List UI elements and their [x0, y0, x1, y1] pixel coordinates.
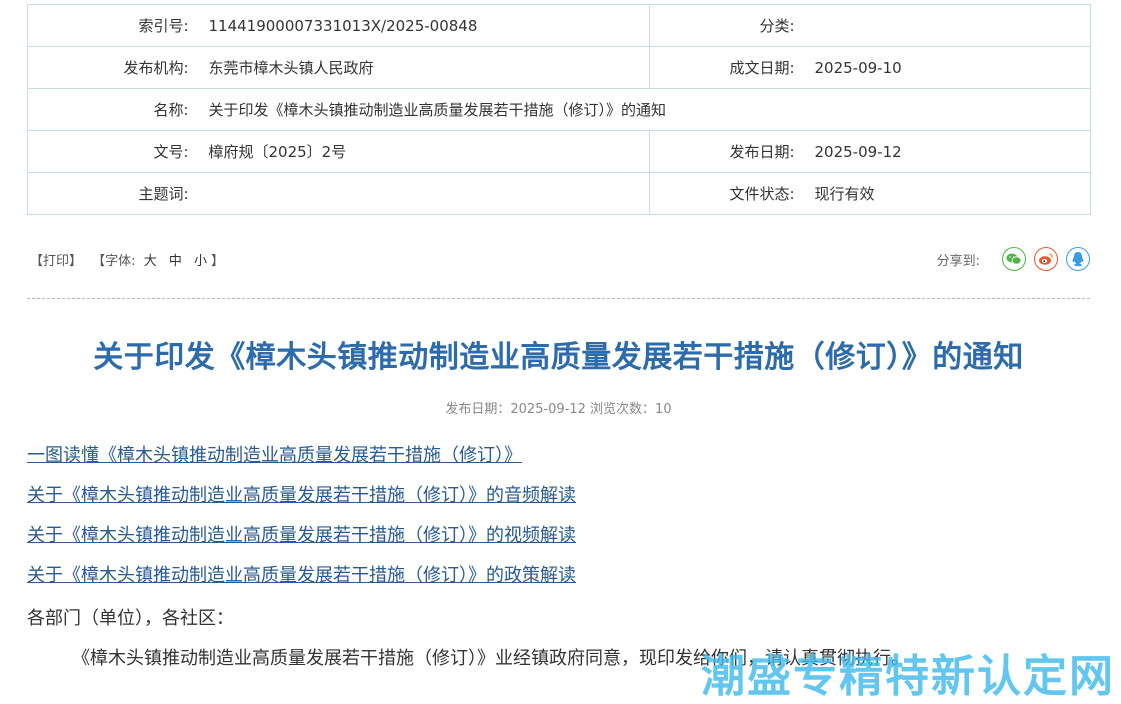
- qq-icon[interactable]: [1066, 247, 1090, 271]
- subject-value: [208, 172, 650, 215]
- meta-row-docno: 文号: 樟府规〔2025〕2号 发布日期: 2025-09-12: [27, 130, 1091, 173]
- doc-no-value: 樟府规〔2025〕2号: [208, 130, 650, 173]
- index-no-label: 索引号:: [27, 4, 209, 47]
- written-date-label: 成文日期:: [649, 46, 815, 89]
- font-size-prefix: 【字体:: [92, 254, 136, 269]
- doc-no-label: 文号:: [27, 130, 209, 173]
- font-medium-link[interactable]: 中: [169, 254, 182, 269]
- document-metadata-table: 索引号: 11441900007331013X/2025-00848 分类: 发…: [27, 4, 1091, 215]
- publish-date-label: 发布日期:: [649, 130, 815, 173]
- weibo-icon[interactable]: [1034, 247, 1058, 271]
- meta-row-index: 索引号: 11441900007331013X/2025-00848 分类:: [27, 4, 1091, 47]
- font-large-link[interactable]: 大: [144, 254, 157, 269]
- meta-row-publisher: 发布机构: 东莞市樟木头镇人民政府 成文日期: 2025-09-10: [27, 46, 1091, 89]
- link-video-interpretation[interactable]: 关于《樟木头镇推动制造业高质量发展若干措施（修订）》的视频解读: [27, 524, 576, 564]
- subject-label: 主题词:: [27, 172, 209, 215]
- wechat-icon[interactable]: [1002, 247, 1026, 271]
- name-value: 关于印发《樟木头镇推动制造业高质量发展若干措施（修订）》的通知: [208, 88, 1091, 131]
- article-toolbar: 【打印】 【字体: 大 中 小】 分享到:: [27, 246, 1090, 272]
- watermark-text: 潮盛专精特新认定网: [701, 651, 1115, 702]
- toolbar-left: 【打印】 【字体: 大 中 小】: [30, 250, 224, 269]
- share-label: 分享到:: [936, 253, 980, 269]
- publisher-value: 东莞市樟木头镇人民政府: [208, 46, 650, 89]
- divider: [27, 298, 1090, 299]
- written-date-value: 2025-09-10: [814, 46, 1091, 89]
- status-value: 现行有效: [814, 172, 1091, 215]
- interpretation-links: 一图读懂《樟木头镇推动制造业高质量发展若干措施（修订）》 关于《樟木头镇推动制造…: [27, 444, 576, 604]
- link-policy-interpretation[interactable]: 关于《樟木头镇推动制造业高质量发展若干措施（修订）》的政策解读: [27, 564, 576, 604]
- meta-row-subject: 主题词: 文件状态: 现行有效: [27, 172, 1091, 215]
- link-infographic[interactable]: 一图读懂《樟木头镇推动制造业高质量发展若干措施（修订）》: [27, 444, 576, 484]
- article-title: 关于印发《樟木头镇推动制造业高质量发展若干措施（修订）》的通知: [93, 340, 1024, 375]
- publisher-label: 发布机构:: [27, 46, 209, 89]
- print-link[interactable]: 【打印】: [30, 254, 82, 269]
- index-no-value: 11441900007331013X/2025-00848: [208, 4, 650, 47]
- status-label: 文件状态:: [649, 172, 815, 215]
- font-size-suffix: 】: [211, 254, 225, 269]
- category-label: 分类:: [649, 4, 815, 47]
- meta-row-name: 名称: 关于印发《樟木头镇推动制造业高质量发展若干措施（修订）》的通知: [27, 88, 1091, 131]
- share-bar: 分享到:: [937, 246, 1090, 272]
- publish-date-value: 2025-09-12: [814, 130, 1091, 173]
- article-publish-info: 发布日期：2025-09-12 浏览次数：10: [445, 402, 672, 417]
- article-greeting: 各部门（单位），各社区：: [27, 608, 234, 629]
- category-value: [814, 4, 1091, 47]
- font-small-link[interactable]: 小: [194, 254, 207, 269]
- link-audio-interpretation[interactable]: 关于《樟木头镇推动制造业高质量发展若干措施（修订）》的音频解读: [27, 484, 576, 524]
- name-label: 名称:: [27, 88, 209, 131]
